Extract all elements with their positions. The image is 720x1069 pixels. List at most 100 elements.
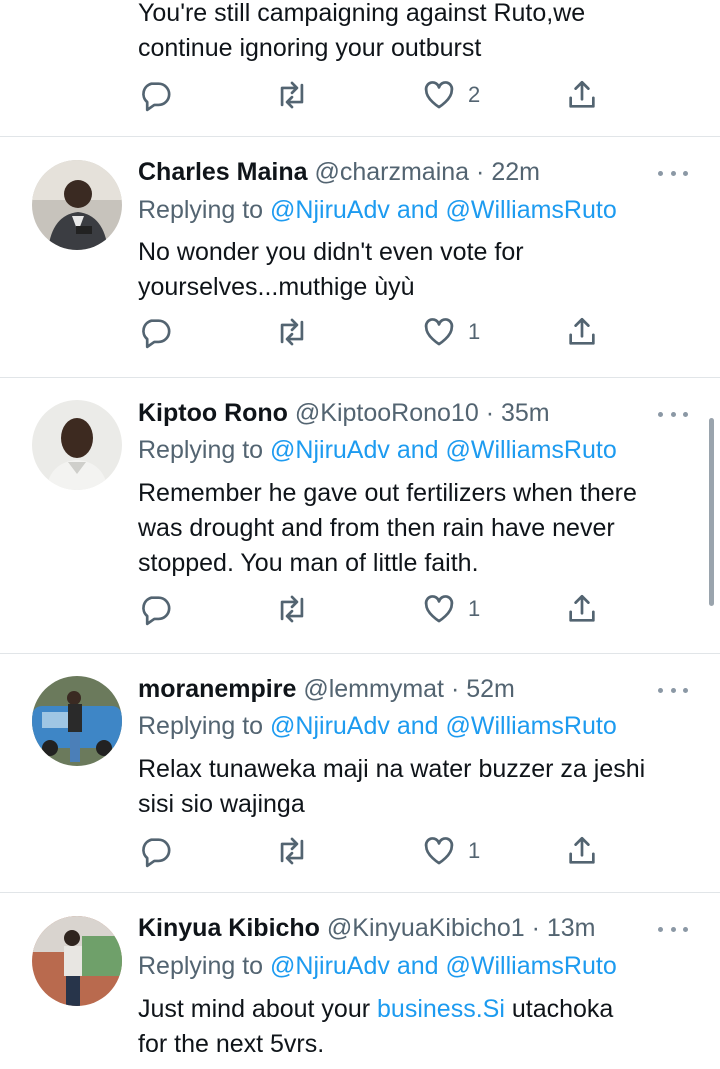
more-icon xyxy=(658,411,663,417)
like-button[interactable]: 2 xyxy=(422,77,480,113)
tweet-header: Kinyua Kibicho @KinyuaKibicho1 · 13m xyxy=(138,913,596,943)
reply-icon xyxy=(142,82,171,112)
tweet-text-line: was drought and from then rain have neve… xyxy=(138,514,615,542)
share-icon xyxy=(569,594,595,622)
display-name[interactable]: Kiptoo Rono xyxy=(138,399,288,427)
more-options-button[interactable] xyxy=(658,680,688,700)
mention-link[interactable]: @WilliamsRuto xyxy=(446,712,617,740)
tweet-text-line: You're still campaigning against Ruto,we xyxy=(138,0,586,27)
mention-link[interactable]: @WilliamsRuto xyxy=(446,196,617,224)
mention-and: and xyxy=(396,712,439,740)
reply-button[interactable] xyxy=(138,833,172,869)
user-handle[interactable]: @charzmaina xyxy=(314,158,469,186)
like-icon xyxy=(424,595,454,623)
tweet-reply[interactable]: Charles Maina @charzmaina · 22m Replying… xyxy=(0,137,720,378)
timestamp[interactable]: 13m xyxy=(547,914,596,942)
tweet-header: moranempire @lemmymat · 52m xyxy=(138,674,515,704)
scrollbar[interactable] xyxy=(709,418,714,606)
mention-and: and xyxy=(396,196,439,224)
tweet-text-line: Remember he gave out fertilizers when th… xyxy=(138,479,637,507)
separator: · xyxy=(485,399,495,427)
retweet-button[interactable] xyxy=(275,833,309,869)
more-options-button[interactable] xyxy=(658,919,688,939)
share-icon xyxy=(569,80,595,108)
inline-link[interactable]: business.Si xyxy=(377,995,505,1023)
avatar[interactable] xyxy=(32,160,122,250)
mention-link[interactable]: @NjiruAdv xyxy=(270,436,390,464)
more-icon-dot xyxy=(670,926,676,932)
mention-and: and xyxy=(396,952,439,980)
reply-icon xyxy=(142,838,171,868)
retweet-icon xyxy=(280,81,304,109)
mention-link[interactable]: @WilliamsRuto xyxy=(446,436,617,464)
reply-icon xyxy=(142,596,171,626)
user-handle[interactable]: @KinyuaKibicho1 xyxy=(327,914,525,942)
tweet-reply[interactable]: Kiptoo Rono @KiptooRono10 · 35m Replying… xyxy=(0,378,720,654)
like-button[interactable]: 1 xyxy=(422,833,480,869)
tweet-text-line: Just mind about your business.Si utachok… xyxy=(138,992,698,1027)
mention-link[interactable]: @WilliamsRuto xyxy=(446,952,617,980)
tweet-reply[interactable]: Kinyua Kibicho @KinyuaKibicho1 · 13m Rep… xyxy=(0,893,720,1069)
replying-to: Replying to @NjiruAdv and @WilliamsRuto xyxy=(138,195,617,225)
reply-button[interactable] xyxy=(138,314,172,350)
like-count: 2 xyxy=(468,82,481,107)
tweet-text: You're still campaigning against Ruto,we… xyxy=(138,0,698,66)
replying-prefix: Replying to xyxy=(138,952,264,980)
more-icon xyxy=(658,170,663,176)
tweet-text: Relax tunaweka maji na water buzzer za j… xyxy=(138,752,698,822)
share-button[interactable] xyxy=(565,591,599,627)
mention-link[interactable]: @NjiruAdv xyxy=(270,712,390,740)
retweet-button[interactable] xyxy=(275,314,309,350)
more-options-button[interactable] xyxy=(658,404,688,424)
tweet-text: No wonder you didn't even vote for yours… xyxy=(138,235,698,305)
share-icon xyxy=(569,836,595,864)
tweet-text: Just mind about your business.Si utachok… xyxy=(138,992,698,1062)
retweet-icon xyxy=(280,595,304,623)
timestamp[interactable]: 52m xyxy=(466,675,515,703)
replying-prefix: Replying to xyxy=(138,196,264,224)
tweet-text-line: No wonder you didn't even vote for xyxy=(138,238,524,266)
display-name[interactable]: Charles Maina xyxy=(138,158,308,186)
tweet-text-line: Relax tunaweka maji na water buzzer za j… xyxy=(138,755,646,783)
reply-button[interactable] xyxy=(138,77,172,113)
reply-button[interactable] xyxy=(138,591,172,627)
tweet-actions: 1 xyxy=(138,833,608,869)
user-handle[interactable]: @KiptooRono10 xyxy=(295,399,479,427)
tweet-reply[interactable]: moranempire @lemmymat · 52m Replying to … xyxy=(0,654,720,893)
user-handle[interactable]: @lemmymat xyxy=(303,675,444,703)
timestamp[interactable]: 22m xyxy=(491,158,540,186)
tweet-text-line: stopped. You man of little faith. xyxy=(138,549,479,577)
tweet-top[interactable]: You're still campaigning against Ruto,we… xyxy=(0,0,720,137)
like-count: 1 xyxy=(468,838,481,863)
like-icon xyxy=(424,81,454,109)
more-icon-dot xyxy=(683,687,688,693)
more-icon xyxy=(658,926,663,932)
display-name[interactable]: moranempire xyxy=(138,675,296,703)
share-button[interactable] xyxy=(565,77,599,113)
retweet-button[interactable] xyxy=(275,591,309,627)
more-options-button[interactable] xyxy=(658,163,688,183)
mention-link[interactable]: @NjiruAdv xyxy=(270,196,390,224)
avatar[interactable] xyxy=(32,400,122,490)
tweet-actions: 1 xyxy=(138,591,608,627)
retweet-icon xyxy=(280,318,304,346)
tweet-text-line: yourselves...muthige ùyù xyxy=(138,273,415,301)
reply-icon xyxy=(142,319,171,349)
replying-to: Replying to @NjiruAdv and @WilliamsRuto xyxy=(138,435,617,465)
more-icon xyxy=(658,687,663,693)
avatar[interactable] xyxy=(32,676,122,766)
replying-prefix: Replying to xyxy=(138,712,264,740)
share-button[interactable] xyxy=(565,314,599,350)
tweet-text: Remember he gave out fertilizers when th… xyxy=(138,476,698,581)
timestamp[interactable]: 35m xyxy=(501,399,550,427)
separator: · xyxy=(476,158,485,186)
like-button[interactable]: 1 xyxy=(422,314,480,350)
display-name[interactable]: Kinyua Kibicho xyxy=(138,914,320,942)
like-button[interactable]: 1 xyxy=(422,591,480,627)
retweet-button[interactable] xyxy=(275,77,309,113)
text-segment: utachoka xyxy=(511,995,614,1023)
avatar[interactable] xyxy=(32,916,122,1006)
more-icon-dot xyxy=(683,170,688,176)
mention-link[interactable]: @NjiruAdv xyxy=(270,952,390,980)
share-button[interactable] xyxy=(565,833,599,869)
